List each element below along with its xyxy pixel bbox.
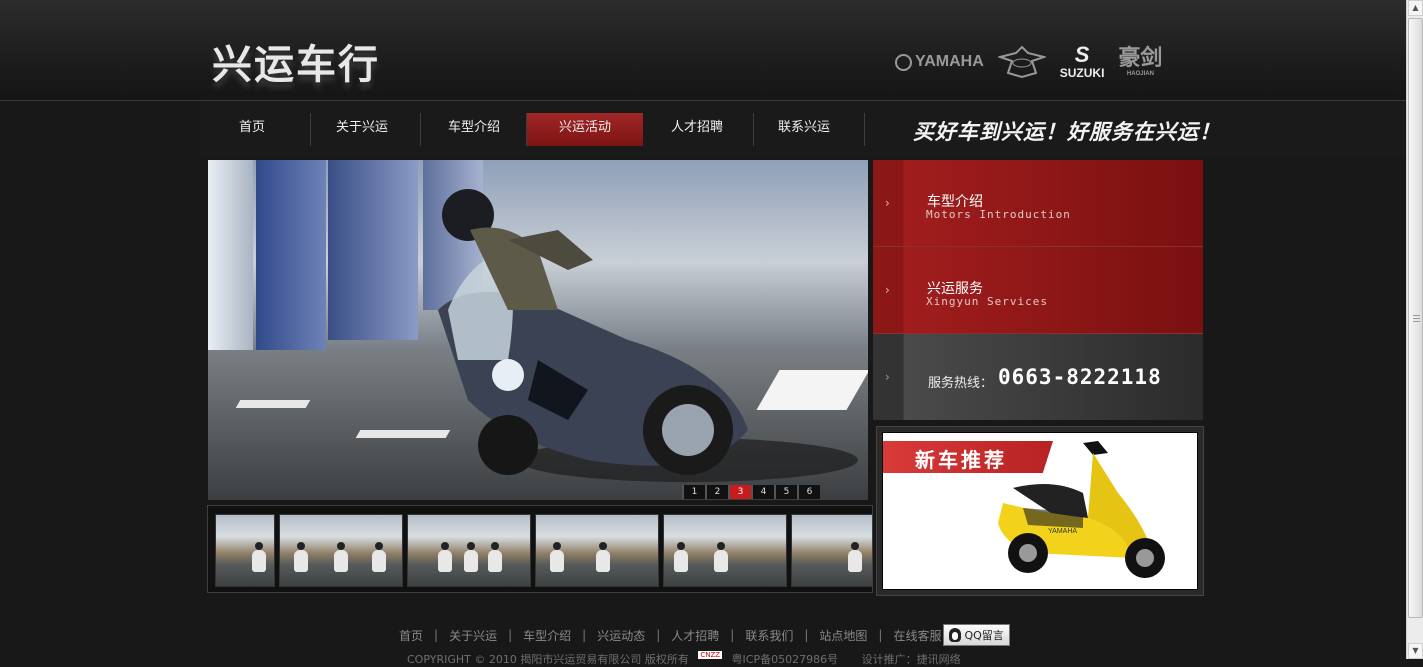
cnzz-counter-icon[interactable]: CNZZ [698,651,723,659]
scooter-rider-illustration [438,189,858,482]
side-item-subtitle: Motors Introduction [926,208,1071,221]
thumbnail-strip [207,505,873,593]
chevron-right-icon: › [885,196,890,210]
nav-item-careers[interactable]: 人才招聘 [653,113,741,146]
rider-shape [252,542,266,572]
thumbnail-image[interactable] [791,514,872,587]
nav-item-models[interactable]: 车型介绍 [430,113,518,146]
scroll-up-icon[interactable]: ▲ [1408,0,1423,16]
nav-divider [864,113,865,146]
rider-shape [596,542,610,572]
slide-pager: 1 2 3 4 5 6 [682,485,820,499]
grip-icon [1413,315,1420,323]
nav-item-home[interactable]: 首页 [208,113,296,146]
slide-page-6[interactable]: 6 [797,485,820,499]
nav-item-about[interactable]: 关于兴运 [318,113,406,146]
yamaha-logo: YAMAHA [895,53,984,71]
haojian-logo: 豪剑 HAOJIAN [1118,45,1163,78]
new-car-recommend[interactable]: 新车推荐 YAMAHA [876,426,1204,596]
slide-page-4[interactable]: 4 [751,485,774,499]
chevron-right-icon: › [885,283,890,297]
nav-divider [753,113,754,146]
footer-link-home[interactable]: 首页 [399,627,423,644]
scroll-down-icon[interactable]: ▼ [1408,643,1423,659]
slide-page-1[interactable]: 1 [682,485,705,499]
rider-shape [464,542,478,572]
regal-raptor-logo [997,45,1046,79]
site-footer: 首页 | 关于兴运 | 车型介绍 | 兴运动态 | 人才招聘 | 联系我们 | 站点地图 | … [0,600,1406,666]
rider-shape [848,542,862,572]
nav-item-activities[interactable]: 兴运活动 [527,113,643,146]
slide-page-2[interactable]: 2 [705,485,728,499]
yellow-scooter-icon: YAMAHA [998,441,1165,578]
slide-page-5[interactable]: 5 [774,485,797,499]
nav-item-contact[interactable]: 联系兴运 [760,113,848,146]
thumbnail-image[interactable] [279,514,403,587]
side-item-services[interactable]: › 兴运服务 Xingyun Services [873,247,1203,334]
brand-logos: YAMAHA S SUZUKI 豪剑 HAOJIAN [895,42,1162,82]
thumbnail-image[interactable] [215,514,275,587]
svg-text:YAMAHA: YAMAHA [1048,528,1077,535]
footer-link-contact[interactable]: 联系我们 [745,627,793,644]
hotline-number: 0663-8222118 [998,365,1162,389]
rider-shape [488,542,502,572]
rider-shape [372,542,386,572]
main-nav: 首页 关于兴运 车型介绍 兴运活动 人才招聘 联系兴运 [200,101,1406,157]
qq-message-button[interactable]: QQ留言 [943,624,1010,646]
footer-links: 首页 | 关于兴运 | 车型介绍 | 兴运动态 | 人才招聘 | 联系我们 | 站点地图 | … [399,624,1010,646]
nav-divider [420,113,421,146]
slogan: 买好车到兴运！好服务在兴运！ [913,120,1221,144]
rider-shape [674,542,688,572]
rider-shape [438,542,452,572]
rider-shape [294,542,308,572]
footer-link-support[interactable]: 在线客服 [893,627,941,644]
chevron-right-icon: › [885,370,890,384]
footer-link-careers[interactable]: 人才招聘 [671,627,719,644]
suzuki-s-icon: S [1074,42,1090,67]
thumbnail-image[interactable] [535,514,659,587]
site-header: 兴运车行 YAMAHA S SUZUKI 豪剑 HAOJIAN [0,0,1406,101]
footer-link-models[interactable]: 车型介绍 [523,627,571,644]
footer-link-sitemap[interactable]: 站点地图 [819,627,867,644]
thumbnail-image[interactable] [407,514,531,587]
footer-link-about[interactable]: 关于兴运 [449,627,497,644]
side-item-subtitle: Xingyun Services [926,295,1048,308]
copyright-line: COPYRIGHT © 2010 揭阳市兴运贸易有限公司 版权所有 CNZZ 粤… [407,651,961,666]
slide-page-3[interactable]: 3 [728,485,751,499]
hero-slideshow[interactable]: 1 2 3 4 5 6 [208,160,868,500]
side-panel: › 车型介绍 Motors Introduction › 兴运服务 Xingyu… [873,160,1203,420]
hotline-label: 服务热线： [928,376,994,391]
scrollbar-thumb[interactable] [1408,18,1423,618]
suzuki-logo: S SUZUKI [1059,42,1105,81]
hotline-box: › 服务热线： 0663-8222118 [873,334,1203,420]
rider-shape [334,542,348,572]
qq-penguin-icon [949,628,962,642]
vertical-scrollbar[interactable]: ▲ ▼ [1406,0,1423,659]
footer-link-news[interactable]: 兴运动态 [597,627,645,644]
site-logo[interactable]: 兴运车行 [212,32,380,90]
new-car-image: 新车推荐 YAMAHA [882,432,1198,590]
rider-shape [714,542,728,572]
nav-divider [310,113,311,146]
thumbnail-image[interactable] [663,514,787,587]
yamaha-emblem-icon [895,53,912,71]
side-item-motors[interactable]: › 车型介绍 Motors Introduction [873,160,1203,247]
rider-shape [550,542,564,572]
